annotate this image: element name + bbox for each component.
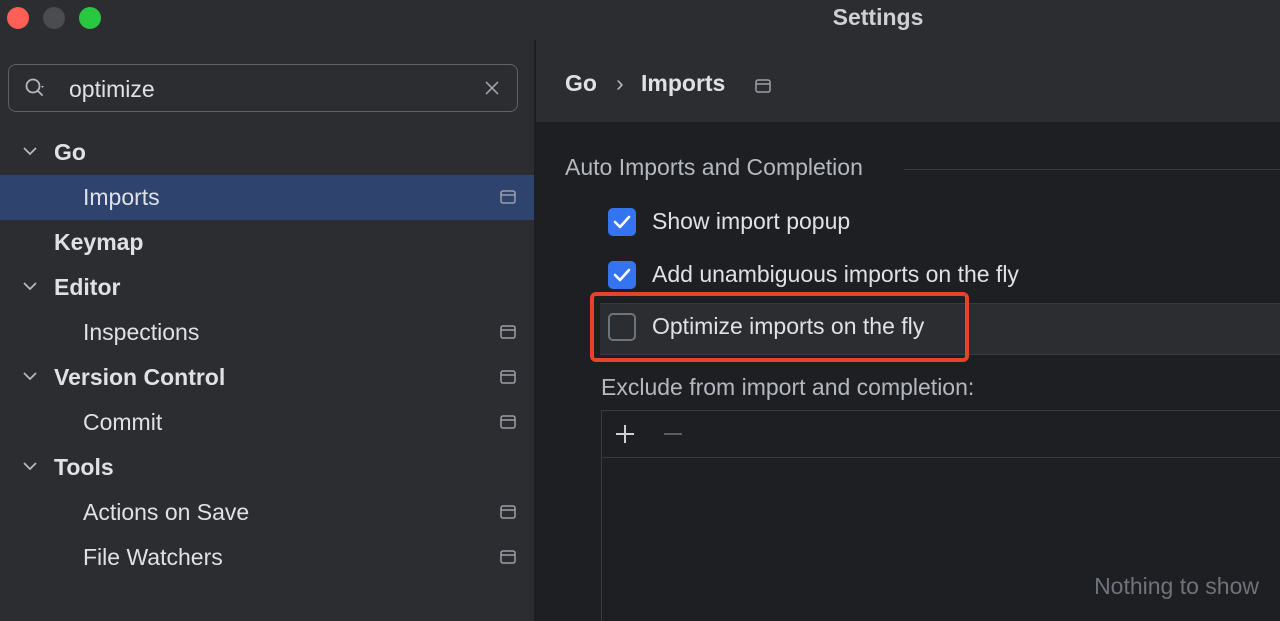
project-settings-icon [500, 190, 516, 204]
tree-item-label: Editor [54, 274, 121, 300]
empty-list-text: Nothing to show [1094, 573, 1259, 599]
breadcrumb-imports: Imports [641, 70, 726, 96]
settings-tree: Go Imports Keymap Editor Inspections Ver… [0, 130, 534, 580]
breadcrumb-separator: › [616, 70, 624, 96]
tree-item-imports[interactable]: Imports [0, 175, 534, 220]
settings-content: Go › Imports Auto Imports and Completion… [536, 40, 1280, 621]
breadcrumb-go[interactable]: Go [565, 70, 597, 97]
tree-item-label: Imports [83, 184, 160, 210]
tree-item-label: Commit [83, 409, 163, 435]
chevron-down-icon[interactable] [22, 280, 38, 292]
tree-item-label: Actions on Save [83, 499, 250, 525]
close-window-button[interactable] [7, 7, 29, 29]
chevron-down-icon[interactable] [22, 460, 38, 472]
tree-item-version-control[interactable]: Version Control [0, 355, 534, 400]
exclude-list: Nothing to show [601, 410, 1280, 621]
remove-icon[interactable] [662, 423, 684, 445]
section-divider [904, 169, 1280, 170]
tree-item-file-watchers[interactable]: File Watchers [0, 535, 534, 580]
project-settings-icon [500, 415, 516, 429]
zoom-window-button[interactable] [79, 7, 101, 29]
section-title: Auto Imports and Completion [565, 154, 863, 180]
breadcrumb: Go › Imports [536, 40, 1280, 122]
tree-item-label: Keymap [54, 229, 144, 255]
search-input[interactable] [67, 73, 471, 105]
tree-item-label: Go [54, 139, 86, 165]
chevron-down-icon[interactable] [22, 370, 38, 382]
project-settings-icon [500, 370, 516, 384]
checkmark-icon [613, 268, 631, 282]
tree-item-label: Version Control [54, 364, 226, 390]
project-settings-icon [500, 550, 516, 564]
option-label: Add unambiguous imports on the fly [652, 261, 1019, 287]
title-bar: Settings [0, 0, 1280, 40]
chevron-down-icon[interactable] [22, 145, 38, 157]
window-title: Settings [832, 4, 924, 30]
tree-item-go[interactable]: Go [0, 130, 534, 175]
tree-item-label: Inspections [83, 319, 200, 345]
minimize-window-button[interactable] [43, 7, 65, 29]
tree-item-editor[interactable]: Editor [0, 265, 534, 310]
clear-search-icon[interactable] [483, 79, 501, 97]
tree-item-keymap[interactable]: Keymap [0, 220, 534, 265]
project-settings-icon [500, 325, 516, 339]
tree-item-actions-on-save[interactable]: Actions on Save [0, 490, 534, 535]
search-field[interactable] [8, 64, 518, 112]
option-label: Show import popup [652, 208, 851, 234]
tree-item-tools[interactable]: Tools [0, 445, 534, 490]
add-icon[interactable] [614, 423, 636, 445]
show-import-popup-checkbox[interactable] [608, 208, 636, 236]
project-settings-icon [755, 79, 771, 93]
search-icon[interactable] [25, 77, 47, 99]
project-settings-icon [500, 505, 516, 519]
list-toolbar [602, 411, 1280, 458]
settings-sidebar: Go Imports Keymap Editor Inspections Ver… [0, 40, 536, 621]
tree-item-inspections[interactable]: Inspections [0, 310, 534, 355]
tree-item-commit[interactable]: Commit [0, 400, 534, 445]
tree-item-label: Tools [54, 454, 114, 480]
exclude-label: Exclude from import and completion: [601, 374, 975, 400]
checkmark-icon [613, 215, 631, 229]
tree-item-label: File Watchers [83, 544, 223, 570]
annotation-highlight-box [590, 292, 969, 362]
add-unambiguous-imports-checkbox[interactable] [608, 261, 636, 289]
